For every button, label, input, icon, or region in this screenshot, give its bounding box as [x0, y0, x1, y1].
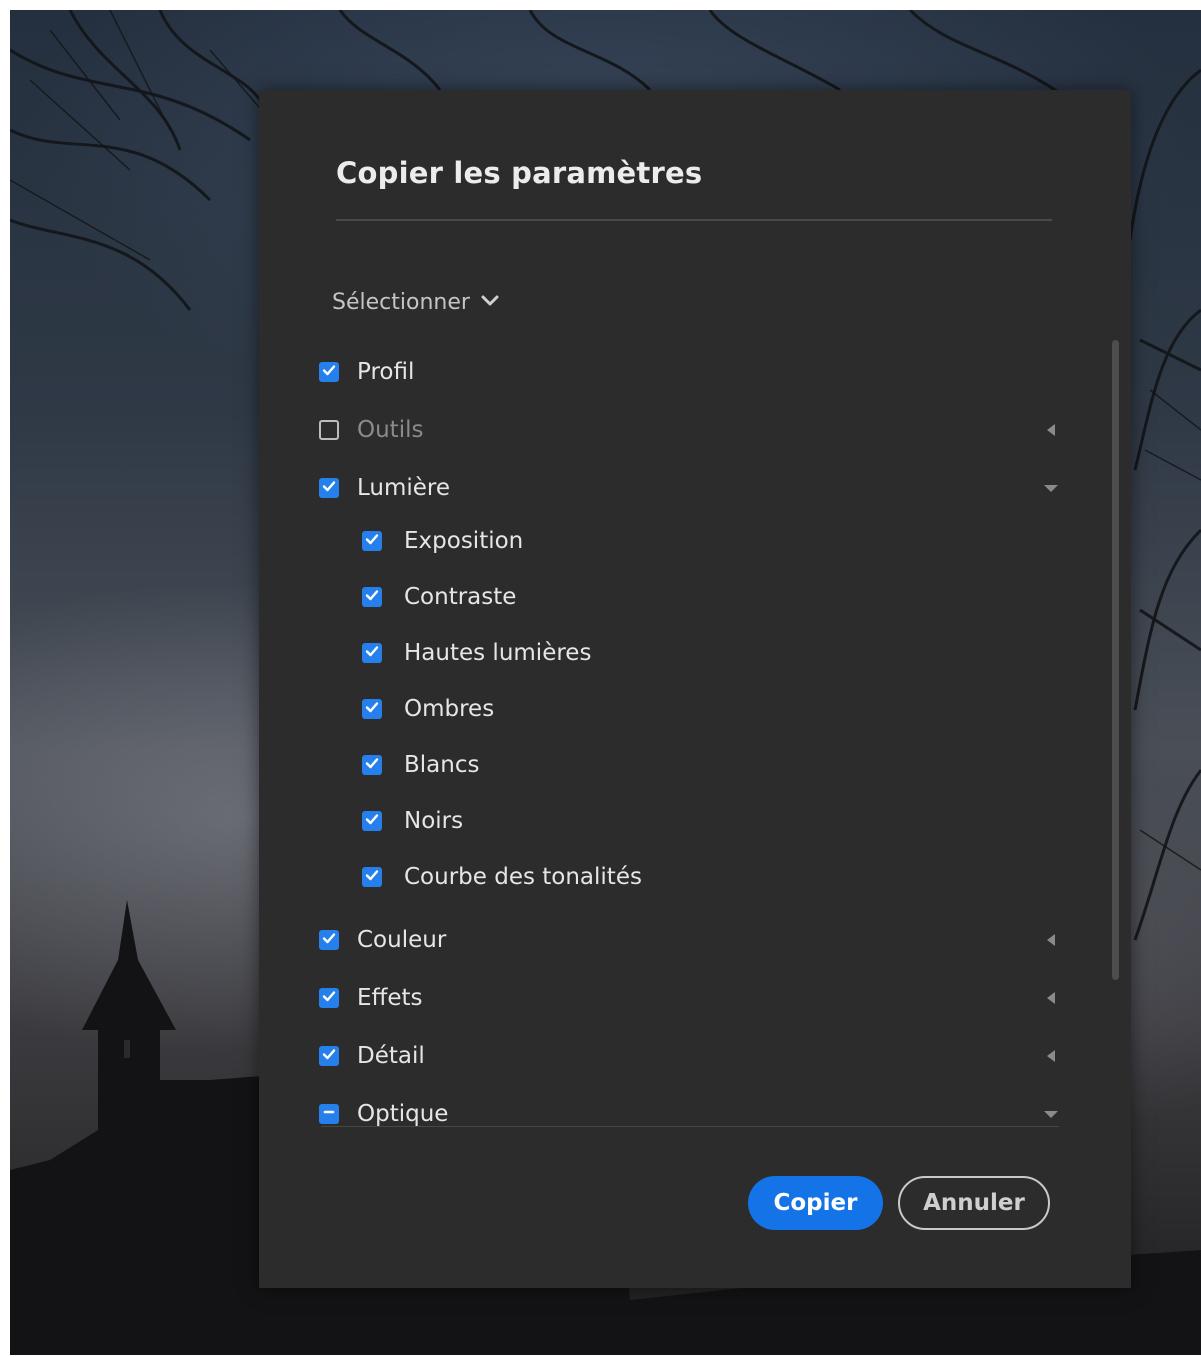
checkmark-icon	[321, 988, 337, 1008]
checkbox-checked[interactable]	[362, 587, 382, 607]
settings-item-label: Optique	[357, 1101, 449, 1127]
settings-item-label: Détail	[357, 1043, 425, 1069]
checkbox-checked[interactable]	[319, 1046, 339, 1066]
settings-item[interactable]: Effets	[319, 974, 1059, 1022]
settings-item-label: Effets	[357, 985, 423, 1011]
settings-subitem[interactable]: Blancs	[319, 741, 1059, 789]
settings-subitem[interactable]: Contraste	[319, 573, 1059, 621]
checkmark-icon	[364, 699, 380, 719]
checkbox-unchecked[interactable]	[319, 420, 339, 440]
settings-item-label: Outils	[357, 417, 424, 443]
triangle-left-icon[interactable]	[1043, 932, 1059, 948]
settings-item[interactable]: Couleur	[319, 916, 1059, 964]
settings-subitem-label: Courbe des tonalités	[404, 864, 642, 890]
settings-subitem-label: Noirs	[404, 808, 464, 834]
settings-item-label: Lumière	[357, 475, 451, 501]
settings-subitem[interactable]: Noirs	[319, 797, 1059, 845]
chevron-down-icon	[480, 293, 500, 312]
checkmark-icon	[364, 531, 380, 551]
checkbox-indeterminate[interactable]	[319, 1104, 339, 1124]
triangle-down-icon[interactable]	[1043, 480, 1059, 496]
settings-item[interactable]: Lumière	[319, 464, 1059, 512]
title-divider	[336, 219, 1052, 221]
copy-button[interactable]: Copier	[748, 1176, 883, 1230]
settings-item[interactable]: Optique	[319, 1090, 1059, 1138]
checkbox-checked[interactable]	[362, 531, 382, 551]
settings-item[interactable]: Outils	[319, 406, 1059, 454]
settings-subitem-label: Contraste	[404, 584, 517, 610]
checkbox-checked[interactable]	[362, 811, 382, 831]
settings-subitem-label: Blancs	[404, 752, 480, 778]
checkmark-icon	[364, 811, 380, 831]
checkbox-checked[interactable]	[319, 930, 339, 950]
select-dropdown[interactable]: Sélectionner	[332, 284, 500, 320]
select-label: Sélectionner	[332, 289, 470, 315]
checkmark-icon	[321, 1046, 337, 1066]
settings-subitem[interactable]: Ombres	[319, 685, 1059, 733]
checkmark-icon	[364, 755, 380, 775]
settings-subitem-label: Hautes lumières	[404, 640, 592, 666]
checkmark-icon	[321, 362, 337, 382]
settings-subitem[interactable]: Courbe des tonalités	[319, 853, 1059, 901]
checkbox-checked[interactable]	[319, 478, 339, 498]
settings-item-label: Couleur	[357, 927, 447, 953]
triangle-left-icon[interactable]	[1043, 990, 1059, 1006]
settings-item-label: Profil	[357, 359, 415, 385]
triangle-left-icon[interactable]	[1043, 422, 1059, 438]
checkmark-icon	[364, 867, 380, 887]
settings-item[interactable]: Profil	[319, 348, 1059, 396]
list-divider	[321, 1126, 1059, 1127]
triangle-down-icon[interactable]	[1043, 1106, 1059, 1122]
copy-settings-dialog: Copier les paramètres Sélectionner Profi…	[259, 90, 1131, 1288]
checkmark-icon	[364, 643, 380, 663]
scrollbar-thumb[interactable]	[1112, 340, 1119, 980]
settings-subitem-label: Ombres	[404, 696, 495, 722]
checkbox-checked[interactable]	[319, 988, 339, 1008]
settings-subitem-label: Exposition	[404, 528, 524, 554]
checkbox-checked[interactable]	[319, 362, 339, 382]
checkmark-icon	[321, 478, 337, 498]
triangle-left-icon[interactable]	[1043, 1048, 1059, 1064]
settings-item[interactable]: Détail	[319, 1032, 1059, 1080]
dialog-title: Copier les paramètres	[336, 156, 703, 190]
checkmark-icon	[364, 587, 380, 607]
checkbox-checked[interactable]	[362, 643, 382, 663]
settings-subitem[interactable]: Exposition	[319, 517, 1059, 565]
photo-background: Copier les paramètres Sélectionner Profi…	[10, 10, 1201, 1355]
checkbox-checked[interactable]	[362, 755, 382, 775]
settings-list: Profil Outils Lumière Exposition Contraste Ha…	[319, 338, 1059, 1128]
cancel-button[interactable]: Annuler	[898, 1176, 1050, 1230]
checkmark-icon	[321, 930, 337, 950]
settings-subitem[interactable]: Hautes lumières	[319, 629, 1059, 677]
checkbox-checked[interactable]	[362, 867, 382, 887]
checkbox-checked[interactable]	[362, 699, 382, 719]
dash-icon	[321, 1104, 337, 1124]
